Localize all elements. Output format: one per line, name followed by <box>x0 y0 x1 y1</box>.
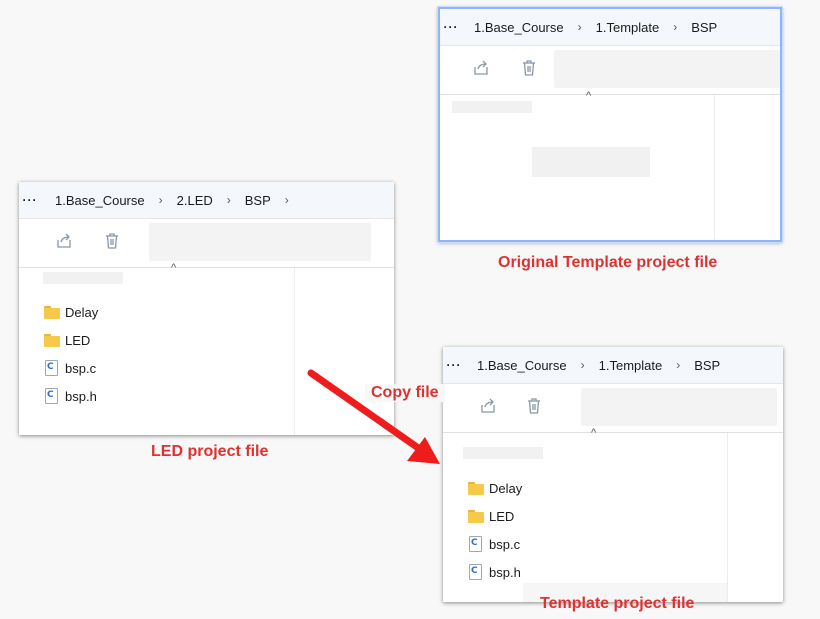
list-item[interactable]: LED <box>43 329 90 351</box>
breadcrumb-segment[interactable]: 1.Template <box>593 358 669 373</box>
template-project-label: Template project file <box>540 595 695 612</box>
folder-icon <box>43 332 61 348</box>
column-divider <box>714 95 715 240</box>
toolbar-panel <box>554 50 780 88</box>
item-name: Delay <box>65 304 99 320</box>
folder-icon <box>467 480 485 496</box>
toolbar <box>443 384 783 433</box>
breadcrumb-segment[interactable]: 1.Base_Course <box>49 193 151 208</box>
more-dots-icon[interactable]: ··· <box>440 20 462 34</box>
item-name: LED <box>65 332 91 348</box>
empty-placeholder <box>532 147 650 177</box>
folder-icon <box>43 304 61 320</box>
chevron-right-icon[interactable]: › <box>668 358 688 372</box>
led-project-window: ··· 1.Base_Course › 2.LED › BSP › ^ Dela… <box>19 182 394 435</box>
share-icon[interactable] <box>55 232 77 254</box>
item-name: bsp.c <box>65 360 97 376</box>
more-dots-icon[interactable]: ··· <box>19 193 41 207</box>
file-list: ^ Delay LED C bsp.c C bsp.h <box>19 262 394 435</box>
item-name: bsp.h <box>489 564 521 580</box>
address-bar[interactable]: ··· 1.Base_Course › 2.LED › BSP › <box>19 182 394 219</box>
copy-file-label: Copy file <box>365 384 445 402</box>
list-item[interactable]: C bsp.c <box>43 357 96 379</box>
file-list: ^ Delay LED C bsp.c C bsp.h <box>443 427 783 602</box>
item-name: Delay <box>489 480 523 496</box>
toolbar <box>19 219 394 268</box>
c-file-icon: C <box>469 536 482 552</box>
chevron-right-icon[interactable]: › <box>277 193 297 207</box>
breadcrumb-segment[interactable]: 1.Template <box>590 20 666 35</box>
address-bar[interactable]: ··· 1.Base_Course › 1.Template › BSP <box>440 9 780 46</box>
chevron-right-icon[interactable]: › <box>151 193 171 207</box>
column-header-placeholder <box>43 272 123 284</box>
breadcrumb-segment[interactable]: BSP <box>685 20 723 35</box>
breadcrumb-segment[interactable]: 2.LED <box>171 193 219 208</box>
folder-icon <box>467 508 485 524</box>
list-item[interactable]: LED <box>467 505 514 527</box>
trash-icon[interactable] <box>103 232 125 254</box>
toolbar <box>440 46 780 95</box>
column-header-placeholder <box>452 101 532 113</box>
c-file-icon: C <box>469 564 482 580</box>
more-dots-icon[interactable]: ··· <box>443 358 465 372</box>
list-item[interactable]: C bsp.h <box>43 385 97 407</box>
address-bar[interactable]: ··· 1.Base_Course › 1.Template › BSP <box>443 347 783 384</box>
chevron-right-icon[interactable]: › <box>570 20 590 34</box>
breadcrumb-segment[interactable]: BSP <box>239 193 277 208</box>
list-item[interactable]: Delay <box>43 301 98 323</box>
c-file-icon: C <box>45 360 58 376</box>
template-project-window: ··· 1.Base_Course › 1.Template › BSP ^ D… <box>443 347 783 602</box>
original-template-window: ··· 1.Base_Course › 1.Template › BSP ^ <box>438 7 782 242</box>
sort-caret-icon[interactable]: ^ <box>591 427 596 439</box>
c-file-icon: C <box>45 388 58 404</box>
sort-caret-icon[interactable]: ^ <box>171 262 176 274</box>
item-name: bsp.c <box>489 536 521 552</box>
column-header-placeholder <box>463 447 543 459</box>
list-item[interactable]: C bsp.h <box>467 561 521 583</box>
share-icon[interactable] <box>472 59 494 81</box>
sort-caret-icon[interactable]: ^ <box>586 90 591 102</box>
item-name: bsp.h <box>65 388 97 404</box>
breadcrumb-segment[interactable]: BSP <box>688 358 726 373</box>
original-template-label: Original Template project file <box>498 254 718 271</box>
breadcrumb-segment[interactable]: 1.Base_Course <box>468 20 570 35</box>
file-list: ^ <box>440 90 780 240</box>
breadcrumb-segment[interactable]: 1.Base_Course <box>471 358 573 373</box>
column-divider <box>727 433 728 602</box>
trash-icon[interactable] <box>520 59 542 81</box>
share-icon[interactable] <box>479 397 501 419</box>
toolbar-panel <box>581 388 777 426</box>
chevron-right-icon[interactable]: › <box>665 20 685 34</box>
led-project-label: LED project file <box>151 443 269 460</box>
toolbar-panel <box>149 223 371 261</box>
list-item[interactable]: Delay <box>467 477 522 499</box>
item-name: LED <box>489 508 515 524</box>
list-item[interactable]: C bsp.c <box>467 533 520 555</box>
chevron-right-icon[interactable]: › <box>219 193 239 207</box>
trash-icon[interactable] <box>525 397 547 419</box>
column-divider <box>294 268 295 435</box>
chevron-right-icon[interactable]: › <box>573 358 593 372</box>
